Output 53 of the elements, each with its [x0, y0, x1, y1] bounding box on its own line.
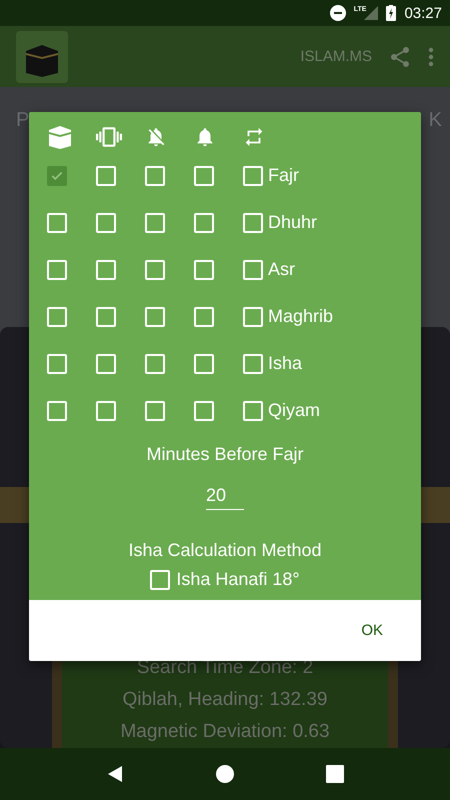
checkbox[interactable] — [145, 306, 165, 326]
checkbox[interactable] — [145, 212, 165, 232]
checkbox[interactable] — [150, 570, 170, 590]
checkbox[interactable] — [145, 400, 165, 420]
back-icon[interactable] — [106, 765, 124, 783]
checkbox[interactable] — [194, 260, 214, 280]
checkbox[interactable] — [96, 400, 116, 420]
prayer-label: Isha — [268, 353, 302, 374]
prayer-label: Asr — [268, 259, 295, 280]
do-not-disturb-icon — [330, 5, 346, 21]
ok-button[interactable]: OK — [353, 614, 391, 647]
checkbox[interactable] — [194, 306, 214, 326]
checkbox[interactable] — [243, 260, 263, 280]
prayer-label: Dhuhr — [268, 212, 318, 233]
checkbox[interactable] — [96, 166, 116, 186]
checkbox[interactable] — [194, 354, 214, 374]
checkbox[interactable] — [96, 354, 116, 374]
checkbox[interactable] — [47, 306, 67, 326]
checkbox[interactable] — [47, 212, 67, 232]
checkbox[interactable] — [47, 354, 67, 374]
kaaba-icon — [47, 124, 73, 150]
checkbox[interactable] — [194, 212, 214, 232]
checkbox[interactable] — [145, 354, 165, 374]
checkbox[interactable] — [243, 400, 263, 420]
more-options-icon[interactable] — [428, 46, 434, 66]
checkbox[interactable] — [96, 212, 116, 232]
repeat-icon — [243, 126, 265, 148]
checkbox[interactable] — [145, 260, 165, 280]
checkbox[interactable] — [243, 354, 263, 374]
checkbox[interactable] — [145, 166, 165, 186]
prayer-label: Maghrib — [268, 306, 334, 327]
share-icon[interactable] — [388, 44, 412, 68]
prayer-label: Qiyam — [268, 400, 320, 421]
home-icon[interactable] — [216, 765, 234, 783]
info-text: Magnetic Deviation: 0.63 — [120, 721, 330, 743]
prayer-label: Fajr — [268, 165, 299, 186]
checkbox[interactable] — [96, 306, 116, 326]
status-time: 03:27 — [404, 4, 442, 22]
method-label: Isha Calculation Method — [128, 540, 322, 561]
app-title: ISLAM.MS — [300, 48, 372, 65]
minutes-label: Minutes Before Fajr — [146, 444, 304, 465]
checkbox[interactable] — [47, 400, 67, 420]
checkbox[interactable] — [243, 166, 263, 186]
info-text: Qiblah, Heading: 132.39 — [122, 689, 328, 711]
kaaba-logo-icon — [16, 30, 68, 82]
checkbox[interactable] — [47, 260, 67, 280]
method-option-label: Isha Hanafi 18° — [176, 569, 300, 590]
checkbox[interactable] — [96, 260, 116, 280]
battery-icon — [386, 5, 396, 21]
checkbox[interactable] — [194, 400, 214, 420]
checkbox[interactable] — [194, 166, 214, 186]
checkbox[interactable] — [243, 212, 263, 232]
checkbox[interactable] — [243, 306, 263, 326]
